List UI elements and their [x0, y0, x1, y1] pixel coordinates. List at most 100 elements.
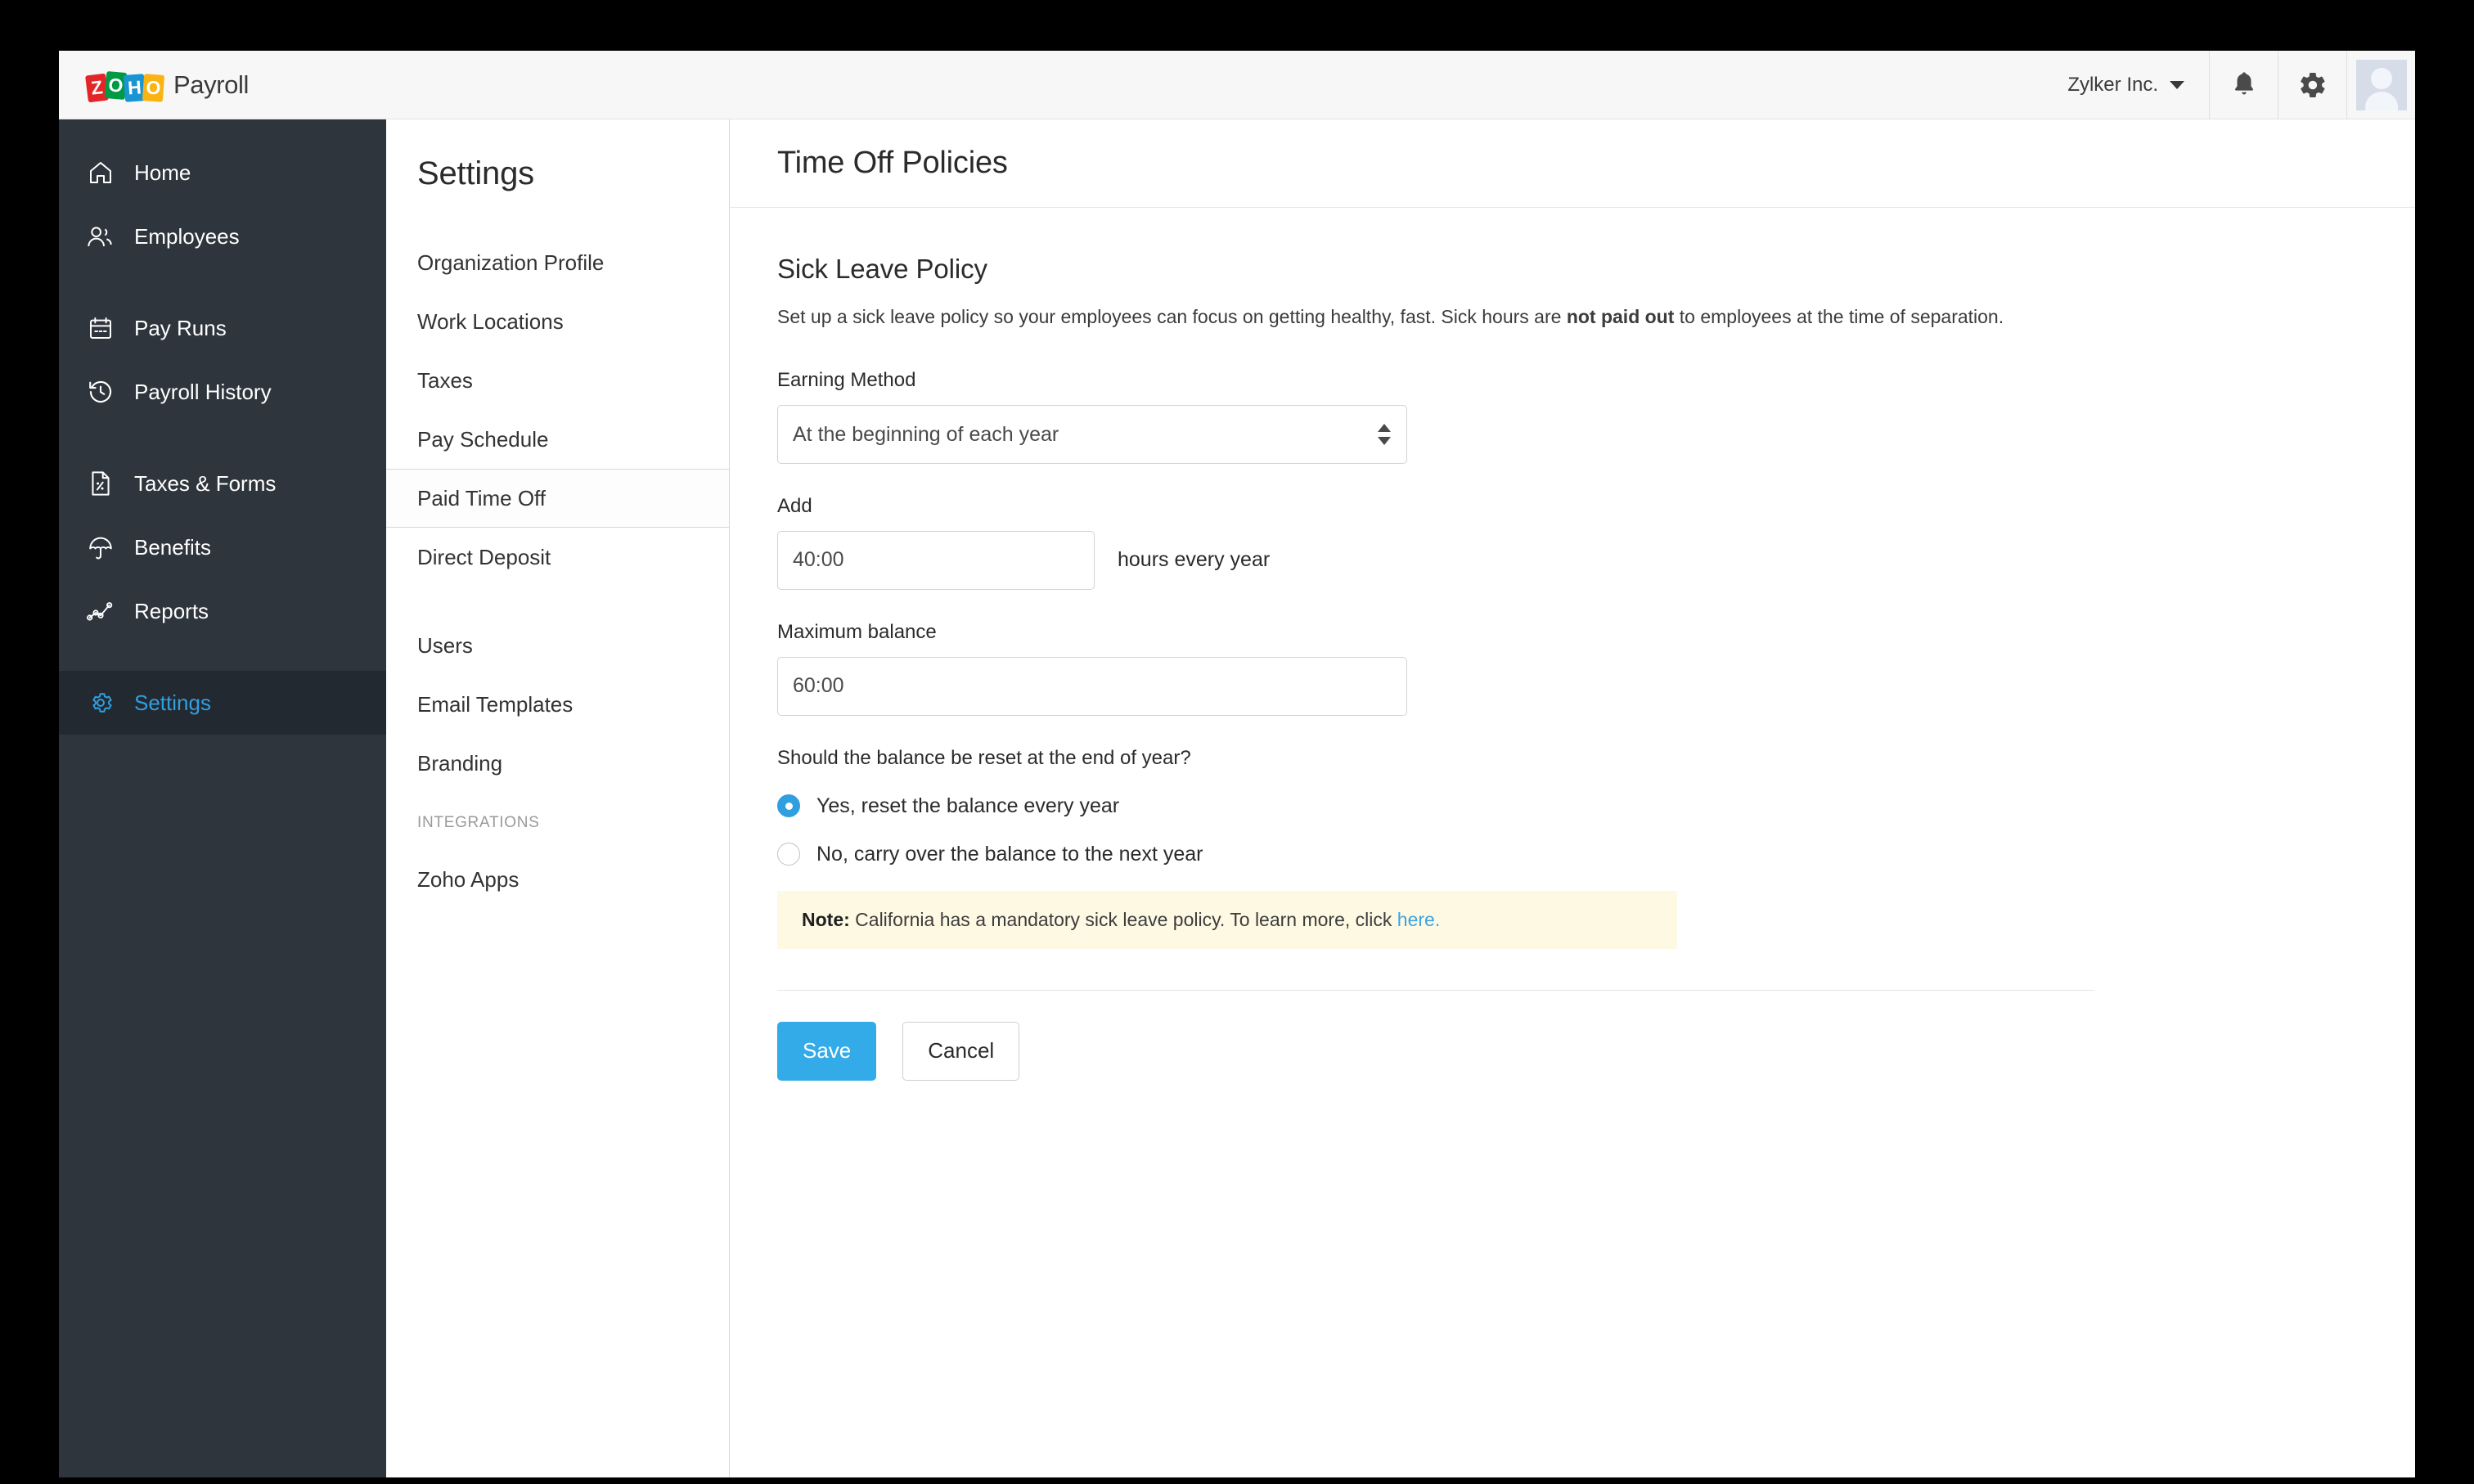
reset-question-label: Should the balance be reset at the end o…: [777, 746, 1191, 769]
settings-item-direct-deposit[interactable]: Direct Deposit: [386, 528, 729, 587]
chevron-down-icon: [2170, 80, 2184, 89]
sidebar-item-employees[interactable]: Employees: [59, 205, 386, 268]
section-description: Set up a sick leave policy so your emplo…: [777, 303, 2029, 331]
note-prefix: Note:: [802, 908, 850, 930]
main-body: Sick Leave Policy Set up a sick leave po…: [730, 208, 2415, 1081]
settings-item-label: Work Locations: [417, 308, 564, 334]
brand-name: Payroll: [173, 70, 249, 99]
org-name-label: Zylker Inc.: [2067, 73, 2158, 96]
main-sidebar: Home Employees Pay Runs Payroll History …: [59, 119, 386, 1477]
settings-gear-button[interactable]: [2278, 51, 2346, 119]
add-suffix-label: hours every year: [1118, 548, 1271, 571]
cancel-button[interactable]: Cancel: [902, 1021, 1020, 1081]
settings-item-paid-time-off[interactable]: Paid Time Off: [386, 469, 729, 528]
zoho-logo-icon: Z O H O: [85, 69, 165, 102]
top-header-bar: Z O H O Payroll Zylker Inc.: [59, 51, 2415, 119]
clock-history-icon: [82, 375, 119, 408]
add-hours-input[interactable]: [777, 530, 1095, 590]
sidebar-item-label: Home: [134, 160, 191, 185]
sidebar-item-payroll-history[interactable]: Payroll History: [59, 360, 386, 424]
sidebar-item-label: Settings: [134, 690, 211, 715]
main-content: Time Off Policies Sick Leave Policy Set …: [730, 119, 2415, 1477]
settings-item-label: Taxes: [417, 367, 473, 393]
settings-item-organization-profile[interactable]: Organization Profile: [386, 233, 729, 292]
reset-option-no[interactable]: No, carry over the balance to the next y…: [777, 843, 2368, 866]
save-button[interactable]: Save: [777, 1021, 877, 1081]
note-link[interactable]: here.: [1397, 909, 1440, 930]
app-window: Z O H O Payroll Zylker Inc. Home Employe…: [59, 51, 2415, 1477]
sidebar-item-taxes-forms[interactable]: Taxes & Forms: [59, 452, 386, 515]
sidebar-item-label: Pay Runs: [134, 315, 227, 340]
settings-item-label: Direct Deposit: [417, 544, 551, 569]
add-row: hours every year: [777, 530, 2368, 590]
settings-item-label: Users: [417, 632, 473, 658]
main-header: Time Off Policies: [730, 119, 2415, 208]
settings-section-integrations-label: INTEGRATIONS: [417, 814, 540, 831]
settings-item-taxes[interactable]: Taxes: [386, 351, 729, 410]
radio-unselected-icon[interactable]: [777, 843, 800, 866]
bell-icon: [2234, 71, 2253, 94]
note-banner: Note: California has a mandatory sick le…: [777, 890, 1677, 949]
maximum-balance-label: Maximum balance: [777, 620, 937, 643]
settings-item-label: Branding: [417, 750, 503, 776]
document-percent-icon: [82, 467, 119, 500]
sidebar-divider-gap-2: [59, 424, 386, 452]
radio-selected-icon[interactable]: [777, 794, 800, 817]
sidebar-item-settings[interactable]: Settings: [59, 671, 386, 735]
form-divider: [777, 989, 2094, 991]
org-switcher[interactable]: Zylker Inc.: [2043, 51, 2209, 119]
body-row: Home Employees Pay Runs Payroll History …: [59, 119, 2415, 1477]
page-title: Time Off Policies: [777, 146, 1008, 180]
settings-group-gap: [386, 587, 729, 616]
settings-item-branding[interactable]: Branding: [386, 734, 729, 793]
reset-option-yes-label: Yes, reset the balance every year: [816, 794, 1120, 817]
reset-option-no-label: No, carry over the balance to the next y…: [816, 842, 1203, 866]
sidebar-item-home[interactable]: Home: [59, 141, 386, 205]
people-icon: [82, 220, 119, 253]
description-part-1: Set up a sick leave policy so your emplo…: [777, 306, 1567, 327]
logo-block-o2: O: [142, 73, 165, 102]
settings-menu-list: Organization Profile Work Locations Taxe…: [386, 233, 729, 909]
umbrella-icon: [82, 531, 119, 564]
settings-item-zoho-apps[interactable]: Zoho Apps: [386, 850, 729, 909]
sidebar-item-label: Reports: [134, 598, 209, 623]
home-icon: [82, 156, 119, 189]
section-title: Sick Leave Policy: [777, 254, 987, 284]
user-avatar-button[interactable]: [2346, 51, 2415, 119]
settings-item-label: Paid Time Off: [417, 485, 547, 510]
sidebar-divider-gap-1: [59, 268, 386, 296]
sidebar-divider-gap-3: [59, 643, 386, 671]
maximum-balance-input[interactable]: [777, 656, 1407, 716]
description-bold: not paid out: [1566, 306, 1675, 327]
notifications-button[interactable]: [2209, 51, 2278, 119]
settings-item-email-templates[interactable]: Email Templates: [386, 675, 729, 734]
settings-item-pay-schedule[interactable]: Pay Schedule: [386, 410, 729, 469]
earning-method-label: Earning Method: [777, 368, 916, 391]
settings-item-users[interactable]: Users: [386, 616, 729, 675]
avatar-icon: [2364, 67, 2398, 110]
line-chart-icon: [82, 595, 119, 627]
sidebar-item-reports[interactable]: Reports: [59, 579, 386, 643]
sidebar-item-label: Payroll History: [134, 379, 272, 404]
earning-method-select-wrapper: At the beginning of each year: [777, 404, 1407, 464]
add-label: Add: [777, 494, 812, 517]
add-hours-field: Add hours every year: [777, 495, 2368, 590]
settings-item-work-locations[interactable]: Work Locations: [386, 292, 729, 351]
settings-panel-title: Settings: [417, 155, 534, 191]
header-right-tools: Zylker Inc.: [2043, 51, 2415, 119]
note-text: California has a mandatory sick leave po…: [849, 908, 1397, 930]
form-actions: Save Cancel: [777, 1021, 2368, 1081]
gear-icon: [82, 686, 119, 719]
sidebar-item-label: Benefits: [134, 534, 211, 560]
settings-nav-panel: Settings Organization Profile Work Locat…: [386, 119, 730, 1477]
maximum-balance-field: Maximum balance: [777, 621, 2368, 716]
sidebar-item-benefits[interactable]: Benefits: [59, 515, 386, 579]
sidebar-item-pay-runs[interactable]: Pay Runs: [59, 296, 386, 360]
reset-option-yes[interactable]: Yes, reset the balance every year: [777, 794, 2368, 818]
brand-logo[interactable]: Z O H O Payroll: [85, 69, 249, 102]
settings-item-label: Zoho Apps: [417, 866, 520, 892]
calendar-icon: [82, 312, 119, 344]
gear-icon: [2300, 72, 2325, 97]
sidebar-item-label: Taxes & Forms: [134, 470, 277, 496]
earning-method-select[interactable]: At the beginning of each year: [777, 404, 1407, 464]
